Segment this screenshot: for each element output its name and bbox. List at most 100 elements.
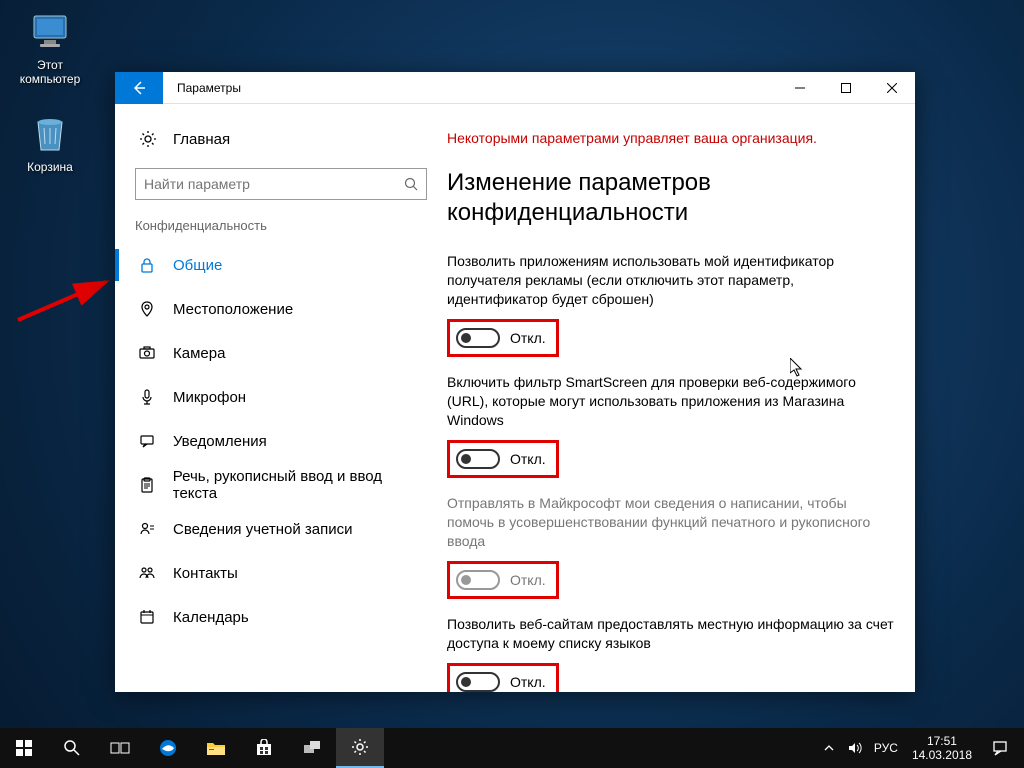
recycle-bin-icon — [28, 112, 72, 156]
annotation-arrow — [8, 270, 118, 330]
nav-item-label: Микрофон — [173, 389, 246, 406]
microphone-icon — [139, 389, 157, 405]
minimize-button[interactable] — [777, 72, 823, 104]
window-title: Параметры — [177, 81, 241, 95]
search-icon — [404, 177, 418, 191]
toggle-row: Откл. — [447, 440, 559, 478]
nav-item-label: Календарь — [173, 609, 249, 626]
windows-icon — [16, 740, 32, 756]
desktop: Этот компьютер Корзина — [0, 0, 1024, 768]
calendar-icon — [139, 609, 157, 625]
toggle-row: Откл. — [447, 561, 559, 599]
settings-window: Параметры Главная — [115, 72, 915, 692]
toggle-label: Откл. — [510, 330, 546, 346]
mouse-cursor — [790, 358, 804, 378]
account-icon — [139, 521, 157, 537]
taskbar: РУС 17:51 14.03.2018 — [0, 728, 1024, 768]
nav-item-notifications[interactable]: Уведомления — [115, 419, 447, 463]
volume-icon — [848, 741, 862, 755]
taskbar-app-store[interactable] — [240, 728, 288, 768]
tray-date: 14.03.2018 — [912, 748, 972, 762]
desktop-icon-computer[interactable]: Этот компьютер — [12, 10, 88, 86]
taskbar-app-explorer[interactable] — [192, 728, 240, 768]
action-center-button[interactable] — [980, 728, 1020, 768]
nav-item-account-info[interactable]: Сведения учетной записи — [115, 507, 447, 551]
minimize-icon — [795, 83, 805, 93]
tray-clock[interactable]: 17:51 14.03.2018 — [904, 734, 980, 762]
titlebar: Параметры — [115, 72, 915, 104]
settings-content: Некоторыми параметрами управляет ваша ор… — [447, 104, 915, 692]
nav-item-general[interactable]: Общие — [115, 243, 447, 287]
maximize-icon — [841, 83, 851, 93]
nav-item-label: Уведомления — [173, 433, 267, 450]
nav-item-contacts[interactable]: Контакты — [115, 551, 447, 595]
gear-icon — [139, 130, 157, 148]
app-icon — [302, 739, 322, 757]
taskbar-app-settings[interactable] — [336, 728, 384, 768]
org-managed-banner: Некоторыми параметрами управляет ваша ор… — [447, 130, 895, 146]
tray-volume[interactable] — [842, 728, 868, 768]
back-button[interactable] — [115, 72, 163, 104]
toggle-label: Откл. — [510, 674, 546, 690]
toggle-switch[interactable] — [456, 328, 500, 348]
toggle-switch — [456, 570, 500, 590]
task-view-button[interactable] — [96, 728, 144, 768]
chevron-up-icon — [824, 743, 834, 753]
task-view-icon — [110, 740, 130, 756]
taskbar-app-unknown[interactable] — [288, 728, 336, 768]
toggle-switch[interactable] — [456, 449, 500, 469]
nav-item-label: Общие — [173, 257, 222, 274]
nav-home-label: Главная — [173, 131, 230, 148]
nav-item-label: Контакты — [173, 565, 238, 582]
notification-icon — [992, 740, 1008, 756]
setting-description: Включить фильтр SmartScreen для проверки… — [447, 373, 895, 430]
nav-item-microphone[interactable]: Микрофон — [115, 375, 447, 419]
setting-smartscreen: Включить фильтр SmartScreen для проверки… — [447, 373, 895, 478]
folder-icon — [206, 740, 226, 756]
nav-item-calendar[interactable]: Календарь — [115, 595, 447, 639]
nav-item-label: Камера — [173, 345, 225, 362]
taskbar-app-edge[interactable] — [144, 728, 192, 768]
contacts-icon — [139, 565, 157, 581]
search-box[interactable] — [135, 168, 427, 200]
toggle-row: Откл. — [447, 319, 559, 357]
setting-website-languages: Позволить веб-сайтам предоставлять местн… — [447, 615, 895, 692]
arrow-left-icon — [131, 80, 147, 96]
nav-item-camera[interactable]: Камера — [115, 331, 447, 375]
nav-home[interactable]: Главная — [115, 124, 447, 154]
lock-icon — [139, 257, 157, 273]
notifications-icon — [139, 433, 157, 449]
toggle-switch[interactable] — [456, 672, 500, 692]
setting-send-typing-info: Отправлять в Майкрософт мои сведения о н… — [447, 494, 895, 599]
location-icon — [139, 301, 157, 317]
close-button[interactable] — [869, 72, 915, 104]
search-input[interactable] — [144, 176, 404, 192]
taskbar-search[interactable] — [48, 728, 96, 768]
start-button[interactable] — [0, 728, 48, 768]
nav-item-speech-typing[interactable]: Речь, рукописный ввод и ввод текста — [115, 463, 447, 507]
nav-item-location[interactable]: Местоположение — [115, 287, 447, 331]
tray-time: 17:51 — [912, 734, 972, 748]
nav-item-label: Сведения учетной записи — [173, 521, 353, 538]
setting-description: Отправлять в Майкрософт мои сведения о н… — [447, 494, 895, 551]
toggle-row: Откл. — [447, 663, 559, 692]
page-heading: Изменение параметров конфиденциальности — [447, 168, 895, 228]
setting-advertising-id: Позволить приложениям использовать мой и… — [447, 252, 895, 357]
nav-item-label: Речь, рукописный ввод и ввод текста — [173, 468, 427, 502]
left-nav: Главная Конфиденциальность Общие — [115, 104, 447, 692]
store-icon — [255, 739, 273, 757]
desktop-icon-recycle-bin[interactable]: Корзина — [12, 112, 88, 174]
maximize-button[interactable] — [823, 72, 869, 104]
toggle-label: Откл. — [510, 572, 546, 588]
computer-icon — [28, 10, 72, 54]
desktop-icon-label: Этот компьютер — [12, 58, 88, 86]
clipboard-icon — [139, 477, 157, 493]
nav-item-label: Местоположение — [173, 301, 293, 318]
tray-show-hidden[interactable] — [816, 728, 842, 768]
desktop-icon-label: Корзина — [12, 160, 88, 174]
system-tray: РУС 17:51 14.03.2018 — [816, 728, 1024, 768]
setting-description: Позволить приложениям использовать мой и… — [447, 252, 895, 309]
tray-language[interactable]: РУС — [868, 741, 904, 755]
edge-icon — [158, 738, 178, 758]
gear-icon — [351, 738, 369, 756]
